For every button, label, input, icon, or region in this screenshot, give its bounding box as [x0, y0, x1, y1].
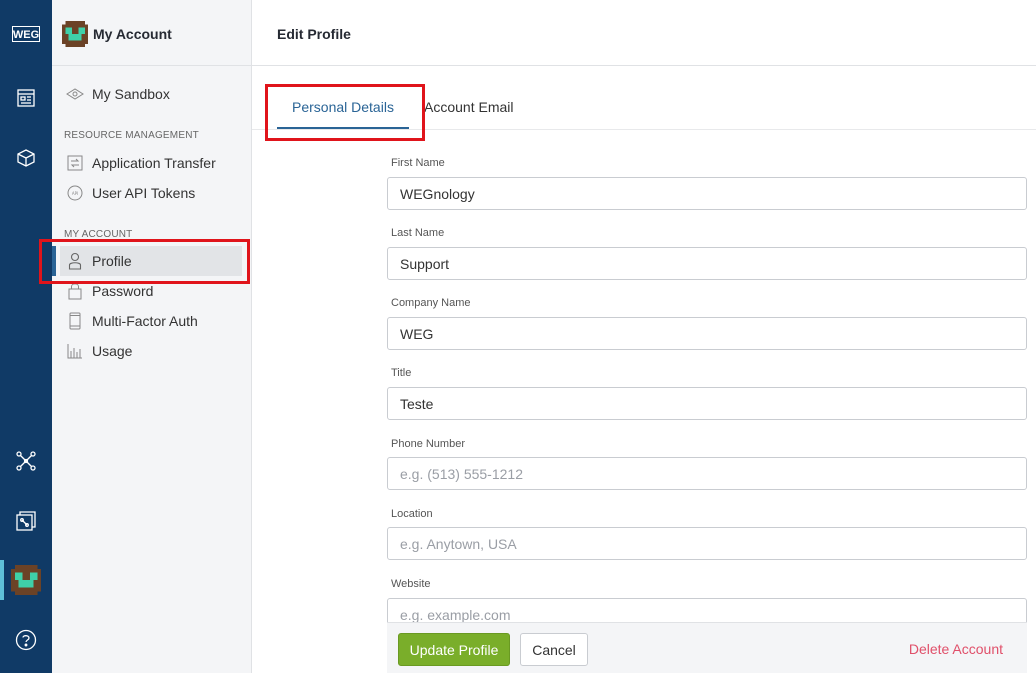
- active-tab-underline: [277, 127, 409, 129]
- gallery-icon[interactable]: [0, 501, 52, 541]
- dashboard-icon[interactable]: [0, 78, 52, 118]
- help-icon[interactable]: [0, 620, 52, 660]
- avatar: [62, 21, 88, 47]
- update-profile-button[interactable]: Update Profile: [398, 633, 510, 666]
- delete-account-link[interactable]: Delete Account: [909, 641, 1003, 657]
- profile-tabs: Personal Details Account Email: [252, 66, 1036, 130]
- transfer-icon: [66, 154, 84, 172]
- phone-icon: [66, 312, 84, 330]
- api-token-icon: API: [66, 184, 84, 202]
- company-name-label: Company Name: [391, 297, 471, 309]
- section-my-account: MY ACCOUNT: [64, 229, 133, 240]
- sidebar-item-label: Multi-Factor Auth: [92, 313, 198, 329]
- sidebar-title: My Account: [93, 26, 172, 42]
- website-label: Website: [391, 578, 431, 590]
- sidebar-item-user-api-tokens[interactable]: API User API Tokens: [60, 178, 242, 208]
- svg-text:API: API: [72, 191, 78, 196]
- sidebar-item-label: My Sandbox: [92, 86, 170, 102]
- phone-number-field[interactable]: [387, 457, 1027, 490]
- sidebar-item-my-sandbox[interactable]: My Sandbox: [60, 79, 242, 109]
- sidebar-item-profile[interactable]: Profile: [60, 246, 242, 276]
- sidebar-header: My Account: [52, 0, 251, 66]
- bar-chart-icon: [66, 342, 84, 360]
- tab-account-email[interactable]: Account Email: [424, 99, 513, 115]
- active-indicator: [52, 246, 56, 276]
- weg-logo-icon[interactable]: WEG: [0, 14, 52, 54]
- user-avatar-icon[interactable]: [0, 560, 52, 600]
- sidebar-item-password[interactable]: Password: [60, 276, 242, 306]
- first-name-field[interactable]: [387, 177, 1027, 210]
- network-icon[interactable]: [0, 441, 52, 481]
- form-footer: Update Profile Cancel Delete Account: [387, 622, 1027, 673]
- cube-icon[interactable]: [0, 138, 52, 178]
- account-sidebar: My Account My Sandbox RESOURCE MANAGEMEN…: [52, 0, 252, 673]
- person-icon: [66, 252, 84, 270]
- sidebar-item-label: Application Transfer: [92, 155, 216, 171]
- location-field[interactable]: [387, 527, 1027, 560]
- svg-text:WEG: WEG: [13, 29, 39, 41]
- last-name-field[interactable]: [387, 247, 1027, 280]
- lock-icon: [66, 282, 84, 300]
- company-name-field[interactable]: [387, 317, 1027, 350]
- section-resource-management: RESOURCE MANAGEMENT: [64, 130, 199, 141]
- eye-icon: [66, 85, 84, 103]
- sidebar-item-label: User API Tokens: [92, 185, 196, 201]
- sidebar-item-label: Password: [92, 283, 154, 299]
- phone-number-label: Phone Number: [391, 438, 465, 450]
- sidebar-item-usage[interactable]: Usage: [60, 336, 242, 366]
- cancel-button[interactable]: Cancel: [520, 633, 588, 666]
- sidebar-item-application-transfer[interactable]: Application Transfer: [60, 148, 242, 178]
- title-label: Title: [391, 367, 412, 379]
- sidebar-item-multi-factor-auth[interactable]: Multi-Factor Auth: [60, 306, 242, 336]
- page-title: Edit Profile: [277, 26, 351, 42]
- page-header: Edit Profile: [252, 0, 1036, 66]
- app-root: WEG My Account My Sandbox RESOURCE MANAG…: [0, 0, 1036, 673]
- last-name-label: Last Name: [391, 227, 445, 239]
- sidebar-item-label: Usage: [92, 343, 133, 359]
- tab-personal-details[interactable]: Personal Details: [292, 99, 394, 115]
- title-field[interactable]: [387, 387, 1027, 420]
- location-label: Location: [391, 508, 433, 520]
- profile-form: First Name Last Name Company Name Title …: [387, 130, 1027, 673]
- first-name-label: First Name: [391, 157, 445, 169]
- primary-nav-rail: WEG: [0, 0, 52, 673]
- sidebar-item-label: Profile: [92, 253, 132, 269]
